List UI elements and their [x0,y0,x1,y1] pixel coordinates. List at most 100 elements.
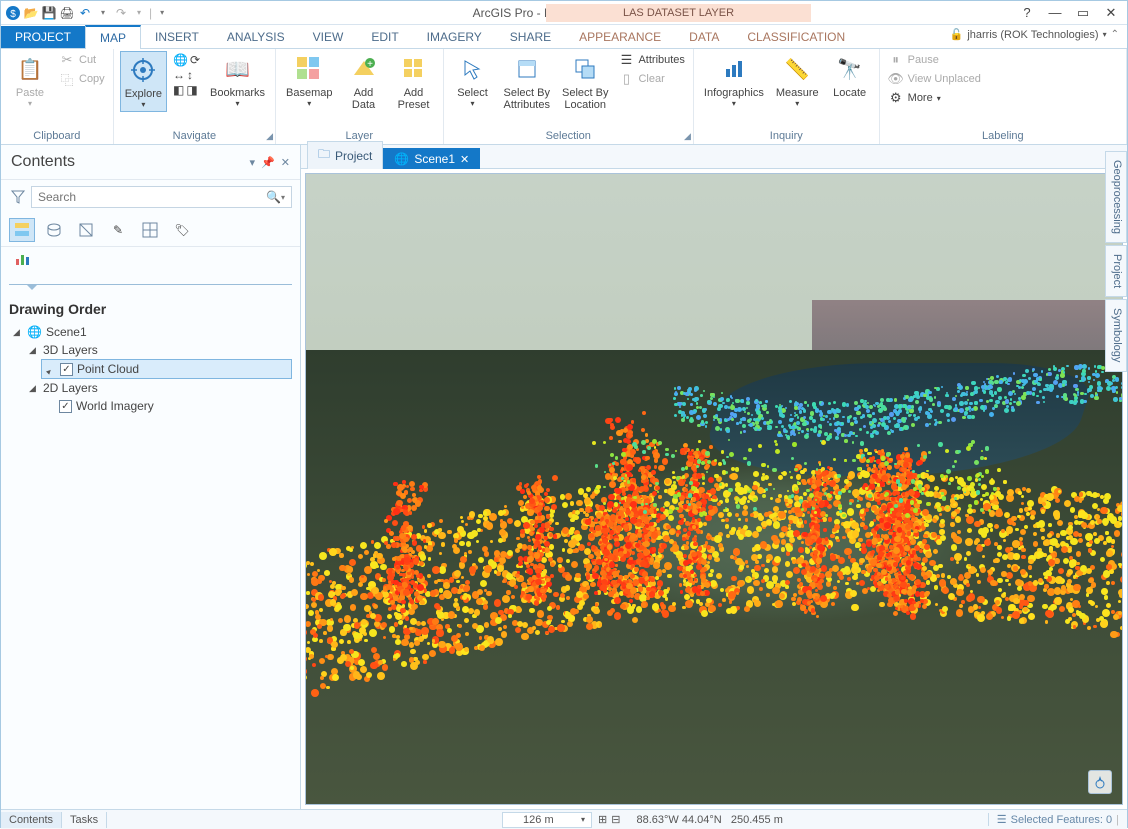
search-input[interactable]: 🔍 ▾ [31,186,292,208]
view-tab-scene1[interactable]: 🌐 Scene1 ✕ [383,148,480,169]
measure-button[interactable]: 📏 Measure ▾ [772,51,823,110]
redo-icon[interactable]: ↷ [113,5,129,21]
view-unplaced-button[interactable]: 👁View Unplaced [886,70,983,88]
nav-tool-icon[interactable]: ⟳ [190,53,200,67]
statustab-contents[interactable]: Contents [1,812,62,828]
locate-button[interactable]: 🔭 Locate [827,51,873,101]
user-menu[interactable]: 🔓 jharris (ROK Technologies) ▾ ⌃ [950,28,1119,41]
side-tab-geoprocessing[interactable]: Geoprocessing [1105,151,1127,243]
select-by-loc-button[interactable]: Select By Location [558,51,612,113]
save-icon[interactable]: 💾 [41,5,57,21]
more-button[interactable]: ⚙More ▾ [886,89,983,107]
side-tab-project[interactable]: Project [1105,245,1127,297]
collapse-ribbon-icon[interactable]: ⌃ [1111,29,1119,40]
selected-features[interactable]: ☰ Selected Features: 0 | [988,813,1127,826]
ribbon-tabs: PROJECT MAP INSERT ANALYSIS VIEW EDIT IM… [1,25,1127,49]
contents-pane: Contents ▾ 📌 ✕ 🔍 ▾ ✎ 🏷 [1,145,301,809]
tree-scene[interactable]: ◢ 🌐 Scene1 [9,323,292,341]
tab-map[interactable]: MAP [85,25,141,49]
layer-tree: Drawing Order ◢ 🌐 Scene1 ◢ 3D Layers ▸ ✓… [1,291,300,419]
statustab-tasks[interactable]: Tasks [62,812,107,828]
list-labeling-button[interactable]: 🏷 [169,218,195,242]
navigator-icon[interactable] [1088,770,1112,794]
visibility-checkbox[interactable]: ✓ [60,363,73,376]
undo-icon[interactable]: ↶ [77,5,93,21]
tab-share[interactable]: SHARE [496,26,565,48]
tree-point-cloud[interactable]: ▸ ✓ Point Cloud [41,359,292,379]
qat-customize-icon[interactable]: ▾ [154,5,170,21]
status-tool-icon[interactable]: ⊞ [598,813,607,826]
infographics-button[interactable]: Infographics ▾ [700,51,768,110]
filter-icon[interactable] [9,188,27,206]
list-source-button[interactable] [41,218,67,242]
scene-view[interactable] [305,173,1123,805]
select-by-attr-button[interactable]: Select By Attributes [500,51,554,113]
main-content: Contents ▾ 📌 ✕ 🔍 ▾ ✎ 🏷 [1,145,1127,809]
close-tab-icon[interactable]: ✕ [460,153,469,166]
print-icon[interactable]: 🖨 [59,5,75,21]
cut-icon: ✂ [59,52,75,68]
expand-icon[interactable]: ◢ [29,345,39,356]
copy-button[interactable]: ⿻Copy [57,70,107,88]
nav-tool-icon[interactable]: ◧ [173,83,184,97]
nav-tool-icon[interactable]: ◨ [186,83,197,97]
list-snapping-button[interactable] [137,218,163,242]
status-tool-icon[interactable]: ⊟ [611,813,620,826]
maximize-icon[interactable]: ▭ [1073,5,1093,21]
paste-button[interactable]: 📋 Paste ▾ [7,51,53,110]
list-selection-button[interactable] [73,218,99,242]
help-icon[interactable]: ? [1017,5,1037,21]
add-preset-button[interactable]: Add Preset [391,51,437,113]
dialog-launcher-icon[interactable]: ◢ [684,131,691,142]
project-icon: 🗀 [318,145,330,166]
select-button[interactable]: Select ▾ [450,51,496,110]
nav-tool-icon[interactable]: ↔ [173,68,185,82]
list-editing-button[interactable]: ✎ [105,218,131,242]
paste-icon: 📋 [14,53,46,85]
expand-icon[interactable]: ◢ [29,383,39,394]
close-icon[interactable]: ✕ [1101,5,1121,21]
bookmarks-button[interactable]: 📖 Bookmarks ▾ [206,51,269,110]
tab-classification[interactable]: CLASSIFICATION [733,26,859,48]
tab-data[interactable]: DATA [675,26,733,48]
tab-analysis[interactable]: ANALYSIS [213,26,299,48]
dialog-launcher-icon[interactable]: ◢ [266,131,273,142]
tab-imagery[interactable]: IMAGERY [413,26,496,48]
basemap-button[interactable]: Basemap ▾ [282,51,336,110]
side-tab-symbology[interactable]: Symbology [1105,299,1127,371]
clear-button[interactable]: ▯Clear [616,70,686,88]
group-label: Clipboard [7,128,107,144]
redo-menu-icon[interactable]: ▾ [131,5,147,21]
tree-2d-layers[interactable]: ◢ 2D Layers [25,379,292,397]
tab-insert[interactable]: INSERT [141,26,213,48]
expand-icon[interactable]: ▸ [44,362,59,377]
pause-button[interactable]: ⏸Pause [886,51,983,69]
close-pane-icon[interactable]: ✕ [281,156,290,169]
tab-edit[interactable]: EDIT [357,26,412,48]
open-icon[interactable]: 📂 [23,5,39,21]
add-data-button[interactable]: + Add Data [341,51,387,113]
attributes-button[interactable]: ☰Attributes [616,51,686,69]
tab-appearance[interactable]: APPEARANCE [565,26,675,48]
expand-icon[interactable]: ◢ [13,327,23,338]
nav-tool-icon[interactable]: 🌐 [173,53,188,67]
tree-world-imagery[interactable]: ✓ World Imagery [41,397,292,415]
minimize-icon[interactable]: — [1045,5,1065,21]
tab-project[interactable]: PROJECT [1,26,85,48]
clear-icon: ▯ [618,71,634,87]
undo-menu-icon[interactable]: ▾ [95,5,111,21]
list-chart-button[interactable] [9,247,35,271]
explore-button[interactable]: Explore ▾ [120,51,167,112]
list-drawing-order-button[interactable] [9,218,35,242]
view-tab-project[interactable]: 🗀 Project [307,141,383,169]
pane-title: Contents [11,153,75,171]
visibility-checkbox[interactable]: ✓ [59,400,72,413]
tree-3d-layers[interactable]: ◢ 3D Layers [25,341,292,359]
scale-selector[interactable]: 126 m ▾ [502,812,592,828]
search-icon[interactable]: 🔍 [266,190,281,204]
nav-tool-icon[interactable]: ↕ [187,68,193,82]
autohide-icon[interactable]: ▾ [250,156,256,169]
pin-icon[interactable]: 📌 [261,156,275,169]
cut-button[interactable]: ✂Cut [57,51,107,69]
tab-view[interactable]: VIEW [299,26,358,48]
